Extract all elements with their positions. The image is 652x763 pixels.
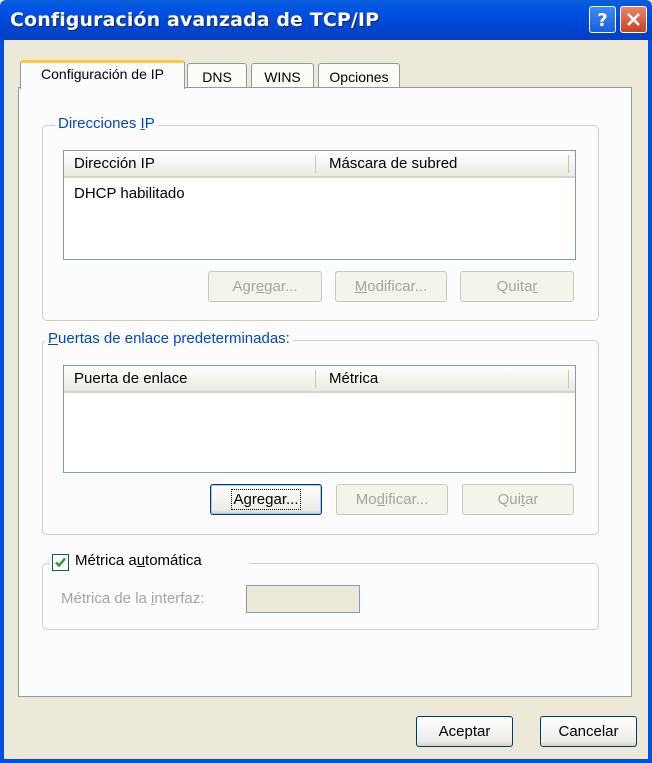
close-button[interactable] bbox=[620, 6, 647, 33]
close-icon bbox=[627, 13, 640, 26]
help-button[interactable]: ? bbox=[589, 6, 616, 33]
default-gateways-group: Puertas de enlace predeterminadas: Puert… bbox=[42, 330, 599, 535]
column-separator bbox=[568, 155, 569, 173]
remove-ip-button[interactable]: Quitar bbox=[460, 271, 574, 302]
title-bar[interactable]: Configuración avanzada de TCP/IP ? bbox=[0, 0, 652, 40]
automatic-metric-checkbox[interactable] bbox=[52, 554, 69, 571]
tab-wins[interactable]: WINS bbox=[251, 63, 314, 88]
window-title: Configuración avanzada de TCP/IP bbox=[10, 9, 380, 31]
default-gateways-legend: Puertas de enlace predeterminadas: bbox=[45, 330, 293, 347]
column-separator bbox=[315, 370, 316, 388]
add-ip-button[interactable]: Agregar... bbox=[208, 271, 322, 302]
list-item[interactable]: DHCP habilitado bbox=[74, 185, 185, 202]
remove-gateway-button[interactable]: Quitar bbox=[462, 484, 574, 515]
column-header-gateway[interactable]: Puerta de enlace bbox=[64, 366, 314, 391]
ip-addresses-list[interactable]: Dirección IP Máscara de subred DHCP habi… bbox=[63, 150, 576, 260]
list-header: Puerta de enlace Métrica bbox=[64, 366, 575, 393]
ip-settings-panel: Direcciones IP Dirección IP Máscara de s… bbox=[18, 87, 632, 697]
question-mark-icon: ? bbox=[597, 10, 607, 31]
column-header-subnet-mask[interactable]: Máscara de subred bbox=[319, 151, 569, 176]
window-frame-bottom bbox=[0, 759, 652, 763]
checkmark-icon bbox=[55, 557, 66, 568]
metric-group: Métrica automática Métrica de la interfa… bbox=[42, 551, 599, 630]
tab-label: DNS bbox=[202, 69, 232, 85]
column-separator bbox=[568, 370, 569, 388]
column-header-metric[interactable]: Métrica bbox=[319, 366, 569, 391]
gateways-list[interactable]: Puerta de enlace Métrica bbox=[63, 365, 576, 473]
tab-label: Configuración de IP bbox=[41, 66, 164, 82]
window-frame-right bbox=[648, 40, 652, 763]
column-separator bbox=[315, 155, 316, 173]
tab-label: Opciones bbox=[329, 69, 389, 85]
cancel-button[interactable]: Cancelar bbox=[540, 716, 637, 747]
edit-gateway-button[interactable]: Modificar... bbox=[336, 484, 448, 515]
interface-metric-label: Métrica de la interfaz: bbox=[61, 590, 205, 607]
tcpip-advanced-dialog: Configuración avanzada de TCP/IP ? Confi… bbox=[0, 0, 652, 763]
metric-checkbox-row[interactable]: Métrica automática bbox=[49, 551, 249, 573]
ok-button[interactable]: Aceptar bbox=[416, 716, 513, 747]
list-header: Dirección IP Máscara de subred bbox=[64, 151, 575, 178]
ip-addresses-legend: Direcciones IP bbox=[55, 115, 158, 132]
ip-addresses-group: Direcciones IP Dirección IP Máscara de s… bbox=[42, 115, 599, 321]
automatic-metric-label: Métrica automática bbox=[75, 552, 202, 569]
add-gateway-button[interactable]: Agregar... bbox=[210, 484, 322, 515]
interface-metric-input[interactable] bbox=[246, 585, 360, 613]
window-frame-left bbox=[0, 40, 4, 763]
tab-options[interactable]: Opciones bbox=[318, 63, 400, 88]
tab-ip-settings[interactable]: Configuración de IP bbox=[20, 60, 185, 89]
edit-ip-button[interactable]: Modificar... bbox=[335, 271, 447, 302]
column-header-ip-address[interactable]: Dirección IP bbox=[64, 151, 314, 176]
svg-text:?: ? bbox=[597, 10, 607, 31]
tab-label: WINS bbox=[264, 69, 301, 85]
tab-dns[interactable]: DNS bbox=[187, 63, 247, 88]
